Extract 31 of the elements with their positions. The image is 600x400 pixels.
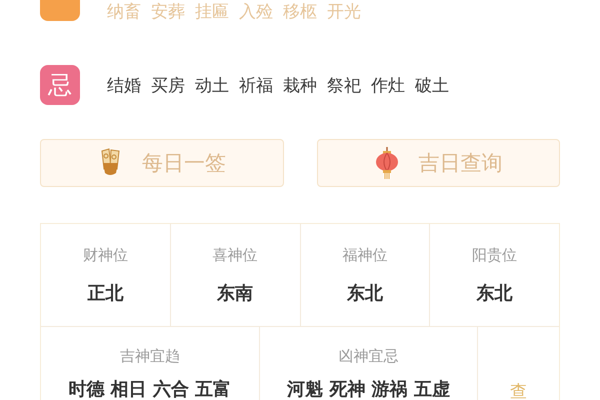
suitable-item: 移柩 bbox=[283, 0, 317, 22]
avoid-item: 栽种 bbox=[283, 74, 317, 96]
avoid-item: 祈福 bbox=[239, 74, 273, 96]
gods-label: 凶神宜忌 bbox=[338, 347, 399, 366]
direction-label: 阳贵位 bbox=[472, 246, 518, 265]
lantern-icon bbox=[374, 146, 400, 180]
avoid-badge: 忌 bbox=[40, 65, 80, 105]
direction-value: 东北 bbox=[346, 282, 383, 305]
direction-value: 正北 bbox=[87, 282, 124, 305]
suitable-item: 安葬 bbox=[151, 0, 185, 22]
more-link[interactable]: 查 bbox=[510, 380, 528, 400]
gods-value: 时德 相日 六合 五富 bbox=[68, 378, 232, 400]
direction-value: 东南 bbox=[217, 282, 254, 305]
gods-value: 河魁 死神 游祸 五虚 bbox=[287, 378, 450, 400]
avoid-item: 祭祀 bbox=[327, 74, 361, 96]
feature-button[interactable]: 每日一签 bbox=[40, 139, 284, 187]
direction-label: 福神位 bbox=[342, 246, 388, 265]
feature-button[interactable]: 吉日查询 bbox=[316, 139, 560, 187]
avoid-item: 破土 bbox=[415, 74, 449, 96]
avoid-item: 动土 bbox=[195, 74, 229, 96]
direction-label: 财神位 bbox=[82, 246, 128, 265]
avoid-item: 买房 bbox=[151, 74, 185, 96]
suitable-item: 挂匾 bbox=[195, 0, 229, 22]
avoid-item: 结婚 bbox=[107, 74, 141, 96]
suitable-item: 开光 bbox=[327, 0, 361, 22]
suitable-item: 纳畜 bbox=[107, 0, 141, 22]
direction-label: 喜神位 bbox=[212, 246, 258, 265]
gods-label: 吉神宜趋 bbox=[120, 347, 180, 366]
direction-value: 东北 bbox=[476, 282, 513, 305]
suitable-item: 入殓 bbox=[239, 0, 273, 22]
avoid-item: 作灶 bbox=[371, 74, 405, 96]
